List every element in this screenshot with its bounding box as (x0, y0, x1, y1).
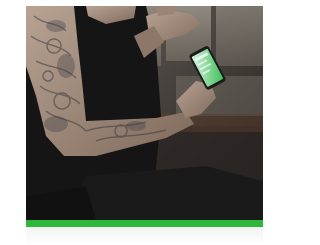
hero-photo (26, 6, 263, 220)
photo-illustration (26, 6, 263, 220)
promo-card (0, 0, 264, 245)
card-shadow (26, 227, 263, 245)
accent-bar (26, 220, 263, 227)
